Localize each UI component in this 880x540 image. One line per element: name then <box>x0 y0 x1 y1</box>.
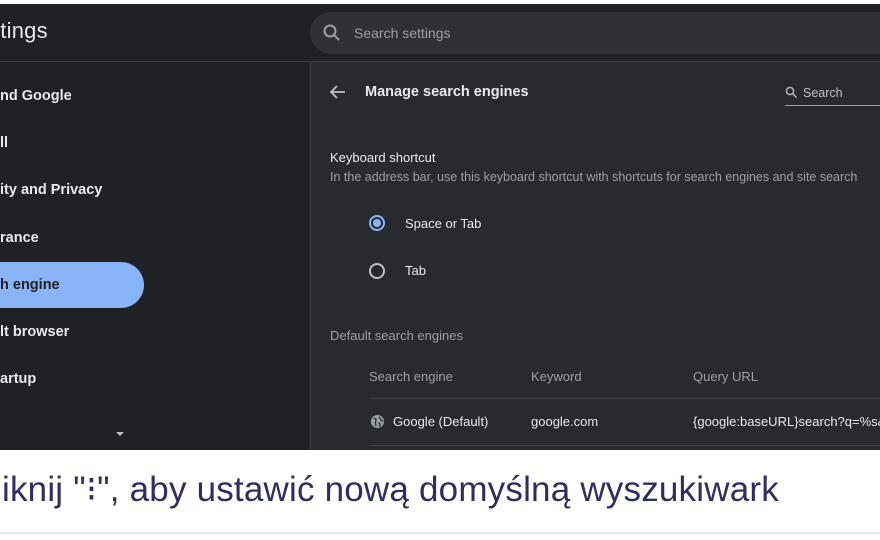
chevron-down-icon[interactable] <box>115 430 125 438</box>
manage-search-engines-panel: Manage search engines Search Keyboard sh… <box>310 62 880 450</box>
caption-text: liknij "⁝", aby ustawić nową domyślną wy… <box>0 470 779 509</box>
column-header-query-url: Query URL <box>693 369 759 384</box>
sidebar-item-google[interactable]: nd Google <box>0 73 144 119</box>
radio-label-tab[interactable]: Tab <box>405 263 426 278</box>
sidebar-item-search-engine[interactable]: h engine <box>0 262 144 308</box>
keyboard-shortcut-description: In the address bar, use this keyboard sh… <box>330 170 858 184</box>
search-icon <box>785 86 797 98</box>
table-divider <box>369 398 880 399</box>
search-placeholder: Search settings <box>354 25 451 41</box>
radio-space-or-tab[interactable] <box>369 215 385 231</box>
search-engines-search-input[interactable]: Search <box>785 82 880 106</box>
top-bar: ttings Search settings <box>0 4 880 62</box>
radio-label-space-or-tab[interactable]: Space or Tab <box>405 216 481 231</box>
sidebar-item-default-browser[interactable]: lt browser <box>0 309 144 355</box>
sidebar: nd Google ll ity and Privacy rance h eng… <box>0 62 310 450</box>
column-header-search-engine: Search engine <box>369 369 453 384</box>
engine-name: Google (Default) <box>393 414 489 429</box>
engine-query-url: {google:baseURL}search?q=%s&{ <box>693 414 880 429</box>
keyboard-shortcut-heading: Keyboard shortcut <box>330 150 436 165</box>
page-title: ttings <box>0 18 48 43</box>
settings-window: ttings Search settings nd Google ll ity … <box>0 4 880 450</box>
table-divider <box>369 445 880 446</box>
search-icon <box>323 24 340 41</box>
sidebar-item-security-privacy[interactable]: ity and Privacy <box>0 167 144 213</box>
sidebar-item-on-startup[interactable]: artup <box>0 356 144 402</box>
column-header-keyword: Keyword <box>531 369 582 384</box>
search-label: Search <box>803 86 843 100</box>
default-search-engines-heading: Default search engines <box>330 328 463 343</box>
sidebar-item-autofill[interactable]: ll <box>0 120 144 166</box>
back-arrow-icon[interactable] <box>329 84 347 100</box>
engine-keyword: google.com <box>531 414 599 429</box>
globe-icon <box>370 414 385 429</box>
search-settings-input[interactable]: Search settings <box>310 12 880 54</box>
radio-tab[interactable] <box>369 263 385 279</box>
section-title: Manage search engines <box>365 84 529 100</box>
caption-banner: liknij "⁝", aby ustawić nową domyślną wy… <box>0 452 880 534</box>
sidebar-item-appearance[interactable]: rance <box>0 215 144 261</box>
